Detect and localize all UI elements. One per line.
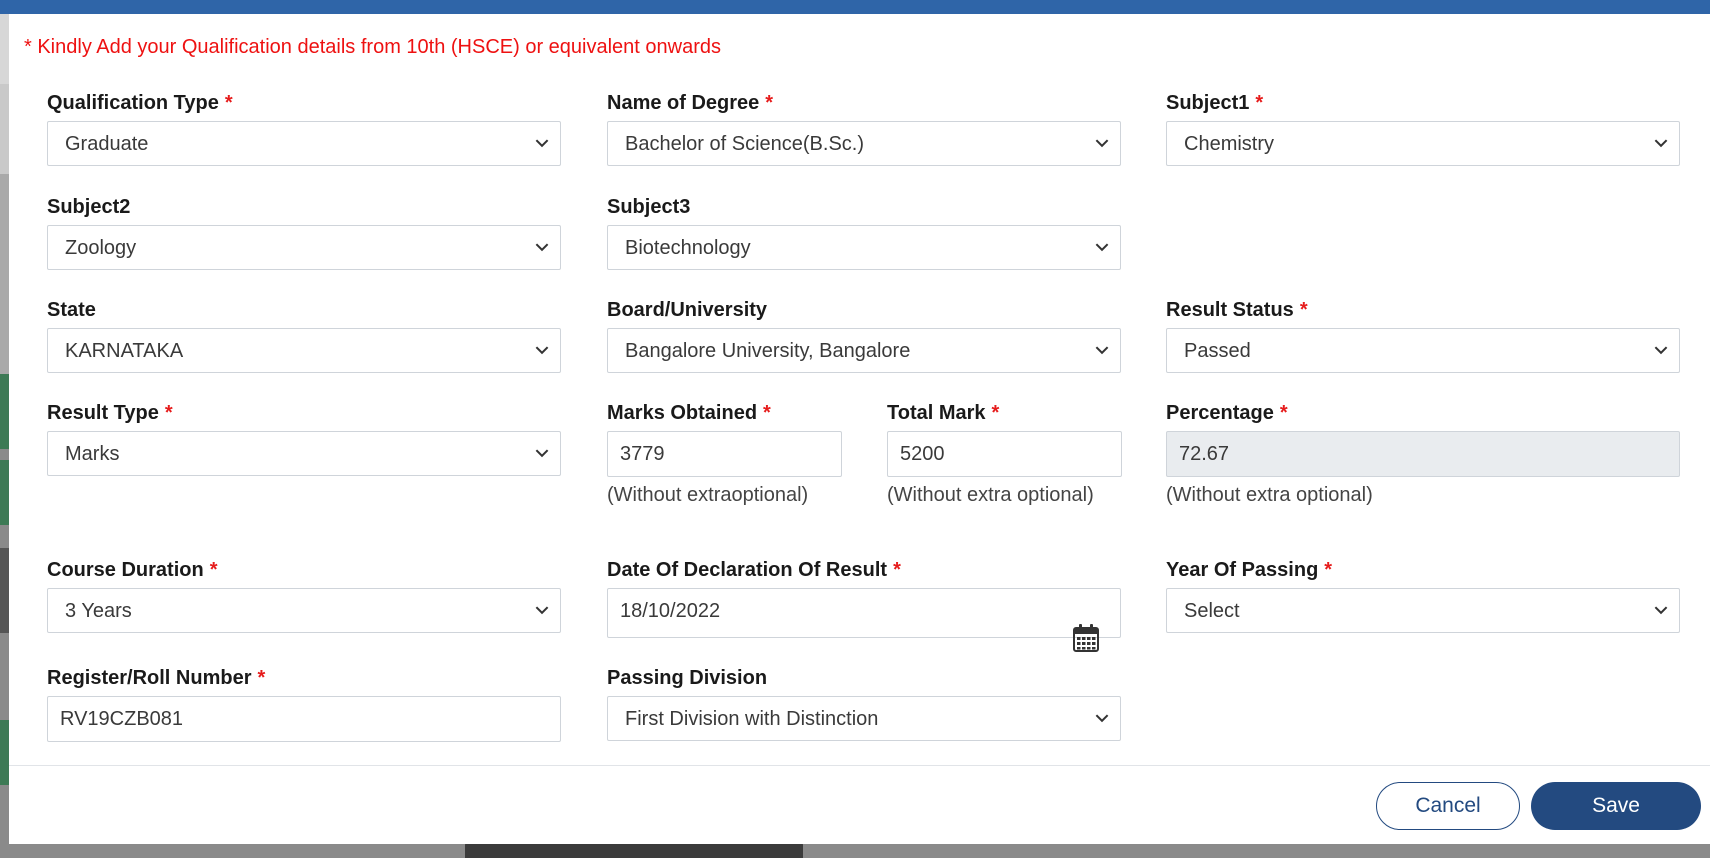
percentage-value: 72.67 — [1179, 443, 1230, 465]
passing-division-select[interactable]: First Division with Distinction — [607, 696, 1121, 741]
header-bar — [0, 0, 1710, 14]
subject1-label: Subject1 * — [1166, 92, 1264, 114]
date-of-declaration-label: Date Of Declaration Of Result * — [607, 559, 901, 581]
result-status-label: Result Status * — [1166, 299, 1308, 321]
background-page-fragment — [0, 460, 9, 525]
qualification-type-select[interactable]: Graduate — [47, 121, 561, 166]
year-of-passing-label: Year Of Passing * — [1166, 559, 1333, 581]
state-select[interactable]: KARNATAKA — [47, 328, 561, 373]
percentage-label: Percentage * — [1166, 402, 1288, 424]
background-tab — [465, 842, 803, 858]
chevron-down-icon — [535, 243, 549, 252]
background-page-fragment — [0, 174, 9, 374]
background-page-fragment — [0, 548, 9, 633]
course-duration-select[interactable]: 3 Years — [47, 588, 561, 633]
subject1-value: Chemistry — [1184, 133, 1275, 155]
date-of-declaration-value: 18/10/2022 — [620, 600, 721, 622]
chevron-down-icon — [1095, 346, 1109, 355]
marks-obtained-label: Marks Obtained * — [607, 402, 771, 424]
background-page-fragment — [0, 14, 9, 84]
result-status-value: Passed — [1184, 340, 1251, 362]
passing-division-value: First Division with Distinction — [625, 708, 879, 730]
cancel-button[interactable]: Cancel — [1376, 782, 1520, 830]
subject2-select[interactable]: Zoology — [47, 225, 561, 270]
footer-divider — [9, 765, 1710, 766]
subject1-select[interactable]: Chemistry — [1166, 121, 1680, 166]
subject3-select[interactable]: Biotechnology — [607, 225, 1121, 270]
register-roll-number-input[interactable]: RV19CZB081 — [47, 696, 561, 742]
name-of-degree-value: Bachelor of Science(B.Sc.) — [625, 133, 864, 155]
marks-obtained-value: 3779 — [620, 443, 665, 465]
chevron-down-icon — [535, 606, 549, 615]
register-roll-number-label: Register/Roll Number * — [47, 667, 266, 689]
background-page-fragment — [0, 374, 9, 449]
marks-obtained-hint: (Without extraoptional) — [607, 484, 809, 506]
percentage-hint: (Without extra optional) — [1166, 484, 1373, 506]
name-of-degree-select[interactable]: Bachelor of Science(B.Sc.) — [607, 121, 1121, 166]
required-marker: * — [765, 92, 774, 114]
total-mark-value: 5200 — [900, 443, 945, 465]
chevron-down-icon — [1095, 139, 1109, 148]
date-of-declaration-input[interactable]: 18/10/2022 — [607, 588, 1121, 638]
year-of-passing-select[interactable]: Select — [1166, 588, 1680, 633]
course-duration-label: Course Duration * — [47, 559, 218, 581]
course-duration-value: 3 Years — [65, 600, 132, 622]
chevron-down-icon — [535, 449, 549, 458]
subject2-label: Subject2 — [47, 196, 131, 218]
chevron-down-icon — [1654, 606, 1668, 615]
register-roll-number-value: RV19CZB081 — [60, 708, 184, 730]
required-marker: * — [1299, 299, 1308, 321]
total-mark-input[interactable]: 5200 — [887, 431, 1122, 477]
chevron-down-icon — [1095, 714, 1109, 723]
board-university-value: Bangalore University, Bangalore — [625, 340, 911, 362]
required-marker: * — [257, 667, 266, 689]
qualification-notice: * Kindly Add your Qualification details … — [24, 36, 722, 58]
result-type-value: Marks — [65, 443, 120, 465]
qualification-type-value: Graduate — [65, 133, 149, 155]
required-marker: * — [209, 559, 218, 581]
qualification-modal: * Kindly Add your Qualification details … — [9, 14, 1710, 844]
calendar-icon[interactable] — [1073, 624, 1099, 652]
result-type-label: Result Type * — [47, 402, 173, 424]
required-marker: * — [224, 92, 233, 114]
year-of-passing-value: Select — [1184, 600, 1240, 622]
required-marker: * — [164, 402, 173, 424]
subject3-value: Biotechnology — [625, 237, 751, 259]
save-button[interactable]: Save — [1531, 782, 1701, 830]
required-marker: * — [1255, 92, 1264, 114]
required-marker: * — [893, 559, 901, 581]
result-status-select[interactable]: Passed — [1166, 328, 1680, 373]
state-value: KARNATAKA — [65, 340, 184, 362]
required-marker: * — [763, 402, 771, 424]
chevron-down-icon — [1654, 346, 1668, 355]
percentage-input: 72.67 — [1166, 431, 1680, 477]
name-of-degree-label: Name of Degree * — [607, 92, 774, 114]
marks-obtained-input[interactable]: 3779 — [607, 431, 842, 477]
total-mark-label: Total Mark * — [887, 402, 1000, 424]
background-page-fragment — [0, 84, 9, 174]
qualification-type-label: Qualification Type * — [47, 92, 233, 114]
required-marker: * — [1324, 559, 1333, 581]
background-page-fragment — [0, 720, 9, 785]
board-university-label: Board/University — [607, 299, 768, 321]
state-label: State — [47, 299, 96, 321]
subject3-label: Subject3 — [607, 196, 691, 218]
chevron-down-icon — [1654, 139, 1668, 148]
subject2-value: Zoology — [65, 237, 137, 259]
chevron-down-icon — [1095, 243, 1109, 252]
board-university-select[interactable]: Bangalore University, Bangalore — [607, 328, 1121, 373]
total-mark-hint: (Without extra optional) — [887, 484, 1094, 506]
chevron-down-icon — [535, 139, 549, 148]
passing-division-label: Passing Division — [607, 667, 768, 689]
required-marker: * — [1279, 402, 1288, 424]
required-marker: * — [991, 402, 1000, 424]
result-type-select[interactable]: Marks — [47, 431, 561, 476]
chevron-down-icon — [535, 346, 549, 355]
